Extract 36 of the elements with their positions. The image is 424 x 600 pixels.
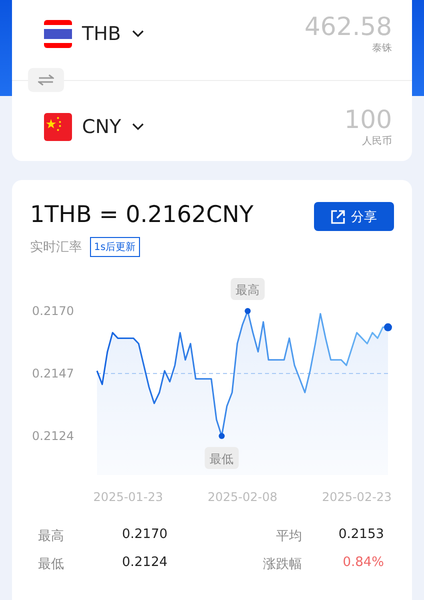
chevron-down-icon[interactable] [130, 29, 145, 39]
currency-code[interactable]: THB [82, 23, 121, 45]
swap-icon [38, 74, 54, 86]
y-axis-label: 0.2124 [32, 429, 74, 443]
exchange-rate-title: 1THB = 0.2162CNY [30, 202, 254, 228]
y-axis-label: 0.2147 [32, 366, 74, 380]
share-button[interactable]: 分享 [314, 202, 394, 231]
x-axis-label: 2025-01-23 [93, 490, 164, 504]
stat-label: 涨跌幅 [262, 556, 302, 573]
thailand-flag-icon [44, 20, 72, 48]
stat-value: 0.2124 [122, 555, 168, 572]
annotation: 最低 [210, 452, 234, 466]
high-point [244, 308, 251, 314]
currency-name: 人民币 [362, 134, 392, 148]
current-point [384, 323, 392, 332]
stat-value: 0.2170 [122, 527, 168, 544]
point-label: 最高 [230, 278, 265, 300]
currency-name: 泰铢 [372, 42, 392, 55]
swap-button[interactable] [28, 68, 64, 92]
china-flag-icon [44, 113, 72, 141]
point-label: 最低 [204, 447, 239, 469]
chevron-down-icon[interactable] [131, 122, 146, 132]
refresh-badge: 1s后更新 [90, 237, 140, 257]
x-axis-label: 2025-02-08 [208, 490, 278, 504]
stat-value: 0.84% [342, 555, 384, 572]
stat-label: 最高 [38, 528, 65, 545]
subtitle: 实时汇率 [30, 239, 82, 256]
share-icon [331, 210, 345, 224]
annotation: 最高 [236, 283, 260, 297]
stat-label: 最低 [38, 556, 65, 573]
y-axis-label: 0.2170 [32, 304, 74, 318]
stat-label: 平均 [275, 528, 302, 545]
currency-code[interactable]: CNY [82, 116, 122, 138]
stat-value: 0.2153 [338, 527, 384, 544]
x-axis-label: 2025-02-23 [322, 490, 392, 504]
low-point [218, 433, 225, 439]
